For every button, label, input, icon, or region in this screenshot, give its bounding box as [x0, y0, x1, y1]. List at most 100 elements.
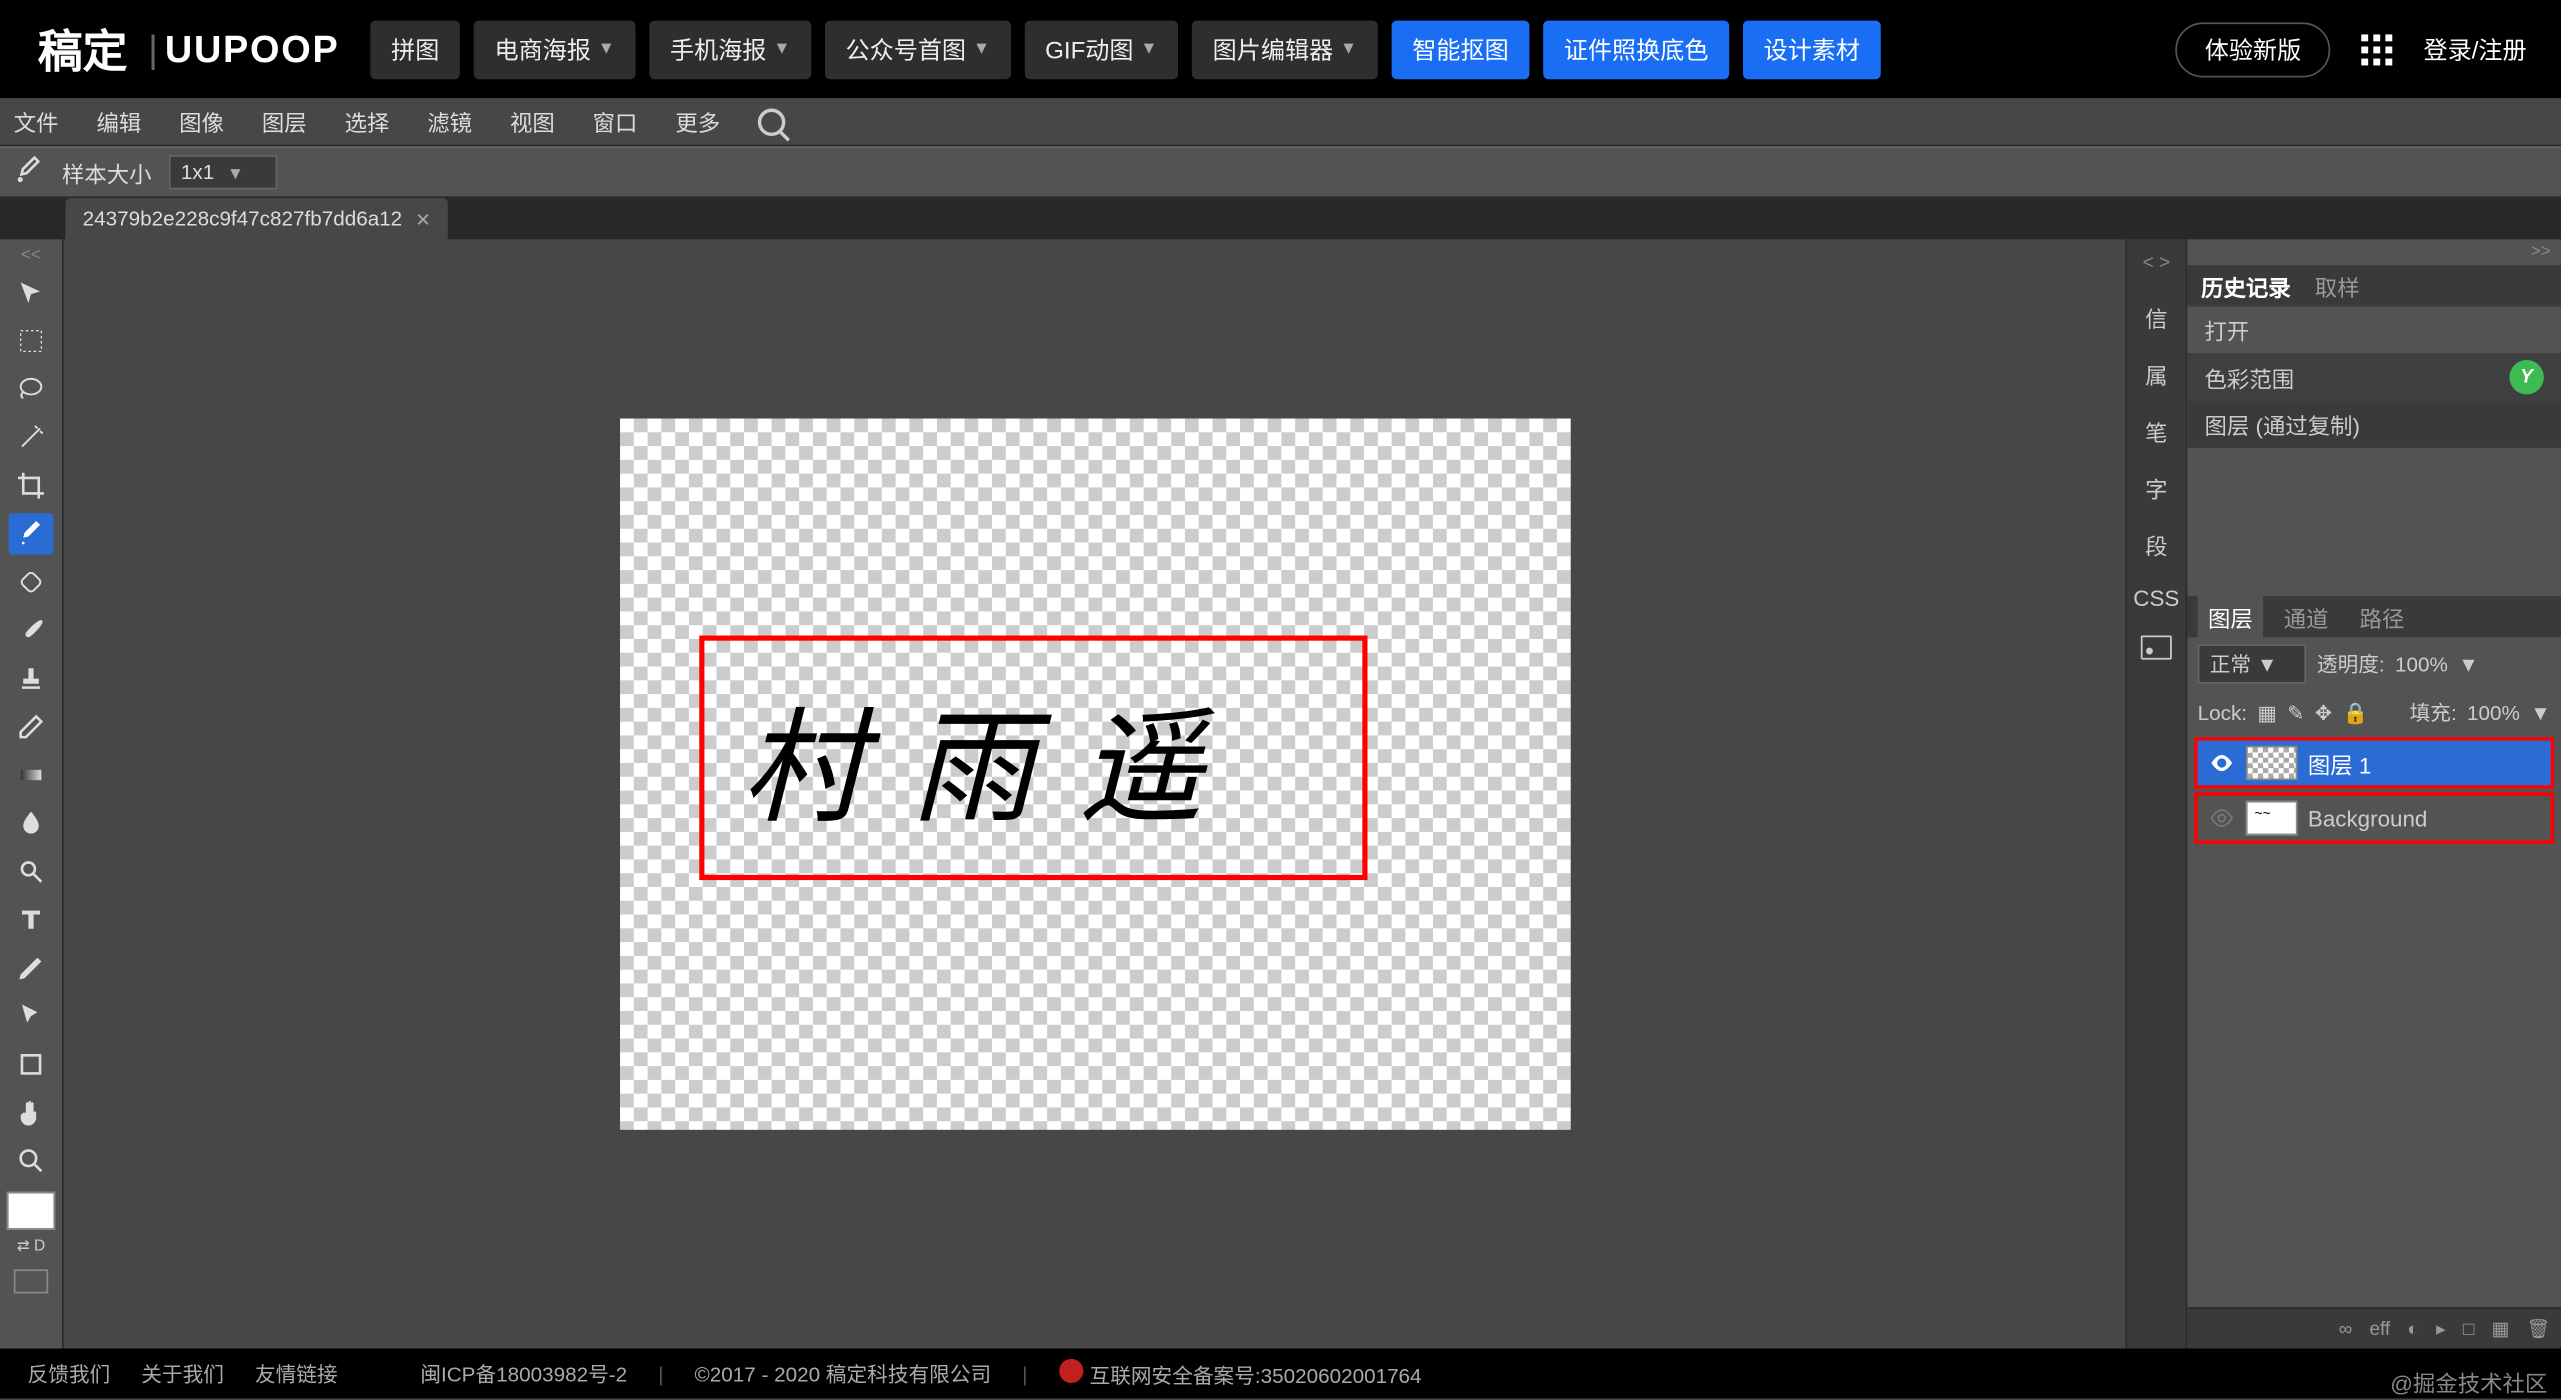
history-item-open[interactable]: 打开 [2187, 307, 2561, 354]
wand-tool-icon[interactable] [9, 417, 54, 458]
fill-dropdown-icon[interactable]: ▼ [2530, 700, 2550, 724]
nav-smart-cutout[interactable]: 智能抠图 [1392, 20, 1530, 79]
layer-row-layer1[interactable]: 图层 1 [2194, 737, 2554, 789]
layer-visibility-icon[interactable] [2208, 804, 2236, 832]
search-icon[interactable] [758, 108, 786, 136]
layer-fx-icon[interactable]: eff [2369, 1318, 2390, 1339]
nav-wechat-cover[interactable]: 公众号首图▼ [825, 20, 1011, 79]
panel-collapse-icon[interactable]: >> [2187, 239, 2561, 265]
adjustment-layer-icon[interactable]: ▸ [2436, 1318, 2446, 1340]
layer-row-background[interactable]: Background [2194, 792, 2554, 844]
paths-tab[interactable]: 路径 [2349, 595, 2414, 638]
color-swatch[interactable] [7, 1192, 55, 1230]
toolbar-collapse-icon[interactable]: << [0, 246, 62, 265]
fill-value[interactable]: 100% [2467, 700, 2520, 724]
rtab-props[interactable]: 属 [2145, 358, 2167, 391]
nav-ecommerce-poster[interactable]: 电商海报▼ [474, 20, 636, 79]
canvas[interactable]: 村 雨 遥 [619, 418, 1570, 1129]
pen-tool-icon[interactable] [9, 947, 54, 988]
canvas-area[interactable]: 村 雨 遥 [64, 239, 2126, 1348]
menu-image[interactable]: 图像 [179, 105, 224, 138]
history-item-color-range[interactable]: 色彩范围Y [2187, 353, 2561, 401]
history-tab[interactable]: 历史记录 [2201, 270, 2291, 303]
eyedropper-tool-icon[interactable] [9, 513, 54, 554]
move-tool-icon[interactable] [9, 272, 54, 313]
layer-visibility-icon[interactable] [2208, 749, 2236, 777]
logo-uupoop: UUPOOP [165, 27, 340, 72]
zoom-tool-icon[interactable] [9, 1140, 54, 1181]
nav-image-editor[interactable]: 图片编辑器▼ [1192, 20, 1378, 79]
layer-name: 图层 1 [2308, 747, 2371, 780]
menu-window[interactable]: 窗口 [593, 105, 638, 138]
dodge-tool-icon[interactable] [9, 851, 54, 892]
rtab-char[interactable]: 字 [2145, 472, 2167, 505]
nav-pintu[interactable]: 拼图 [370, 20, 460, 79]
delete-layer-icon[interactable]: 🗑 [2527, 1318, 2551, 1340]
heal-tool-icon[interactable] [9, 561, 54, 602]
lock-all-icon[interactable]: 🔒 [2343, 700, 2369, 724]
blur-tool-icon[interactable] [9, 803, 54, 844]
rtab-info[interactable]: 信 [2145, 301, 2167, 334]
footer-friends-link[interactable]: 友情链接 [255, 1359, 338, 1388]
sampling-tab[interactable]: 取样 [2315, 270, 2360, 303]
lasso-tool-icon[interactable] [9, 369, 54, 410]
layer-mask-icon[interactable]: ◐ [2407, 1318, 2418, 1339]
brush-tool-icon[interactable] [9, 610, 54, 651]
opacity-value[interactable]: 100% [2395, 652, 2448, 676]
layers-tab[interactable]: 图层 [2198, 595, 2263, 638]
login-register-link[interactable]: 登录/注册 [2423, 32, 2526, 66]
stamp-tool-icon[interactable] [9, 658, 54, 699]
nav-design-material[interactable]: 设计素材 [1743, 20, 1881, 79]
link-layers-icon[interactable]: ∞ [2339, 1318, 2353, 1339]
gradient-tool-icon[interactable] [9, 754, 54, 795]
rtab-css[interactable]: CSS [2133, 586, 2179, 612]
text-tool-icon[interactable] [9, 899, 54, 940]
group-icon[interactable]: □ [2463, 1318, 2474, 1339]
footer-feedback-link[interactable]: 反馈我们 [28, 1359, 111, 1388]
lock-pixels-icon[interactable]: ▦ [2257, 700, 2277, 724]
nav-gif[interactable]: GIF动图▼ [1024, 20, 1178, 79]
path-select-tool-icon[interactable] [9, 995, 54, 1036]
quickmask-icon[interactable] [14, 1269, 48, 1293]
menu-edit[interactable]: 编辑 [96, 105, 141, 138]
channels-tab[interactable]: 通道 [2273, 595, 2338, 638]
shape-tool-icon[interactable] [9, 1044, 54, 1085]
close-tab-icon[interactable]: × [416, 205, 430, 233]
try-new-button[interactable]: 体验新版 [2175, 22, 2330, 77]
marquee-tool-icon[interactable] [9, 320, 54, 361]
menu-file[interactable]: 文件 [14, 105, 59, 138]
apps-grid-icon[interactable] [2361, 34, 2392, 65]
layer-list: 图层 1 Background [2187, 734, 2561, 1308]
menu-more[interactable]: 更多 [675, 105, 720, 138]
footer-about-link[interactable]: 关于我们 [141, 1359, 224, 1388]
crop-tool-icon[interactable] [9, 465, 54, 506]
rtab-para[interactable]: 段 [2145, 529, 2167, 562]
sample-size-select[interactable]: 1x1 ▼ [169, 155, 277, 189]
badge-y-icon: Y [2509, 360, 2543, 394]
nav-mobile-poster[interactable]: 手机海报▼ [649, 20, 811, 79]
eraser-tool-icon[interactable] [9, 706, 54, 747]
history-panel-tabs: 历史记录 取样 [2187, 265, 2561, 306]
menu-view[interactable]: 视图 [510, 105, 555, 138]
nav-id-photo-bg[interactable]: 证件照换底色 [1543, 20, 1729, 79]
layer-name: Background [2308, 805, 2428, 831]
hand-tool-icon[interactable] [9, 1092, 54, 1133]
lock-move-icon[interactable]: ✥ [2315, 700, 2332, 724]
document-tab[interactable]: 24379b2e228c9f47c827fb7dd6a12 × [65, 198, 447, 239]
annotation-box: 村 雨 遥 [698, 635, 1366, 880]
main-area: << ⇄ D 村 雨 遥 < > 信 [0, 239, 2561, 1348]
opacity-dropdown-icon[interactable]: ▼ [2458, 652, 2478, 676]
history-item-layer-copy[interactable]: 图层 (通过复制) [2187, 401, 2561, 448]
rtab-brush[interactable]: 笔 [2145, 415, 2167, 448]
menu-select[interactable]: 选择 [345, 105, 390, 138]
rtab-picture-icon[interactable] [2141, 636, 2172, 660]
options-bar: 样本大小 1x1 ▼ [0, 146, 2561, 198]
top-header: 稿定 | UUPOOP 拼图 电商海报▼ 手机海报▼ 公众号首图▼ GIF动图▼… [0, 0, 2561, 98]
new-layer-icon[interactable]: ▦ [2492, 1318, 2510, 1340]
menu-filter[interactable]: 滤镜 [427, 105, 472, 138]
swatch-toggle-icon[interactable]: ⇄ D [17, 1237, 45, 1256]
menu-layer[interactable]: 图层 [262, 105, 307, 138]
lock-paint-icon[interactable]: ✎ [2287, 700, 2304, 724]
blend-mode-select[interactable]: 正常 ▼ [2198, 644, 2307, 684]
panel-expand-icon[interactable]: < > [2143, 253, 2170, 274]
